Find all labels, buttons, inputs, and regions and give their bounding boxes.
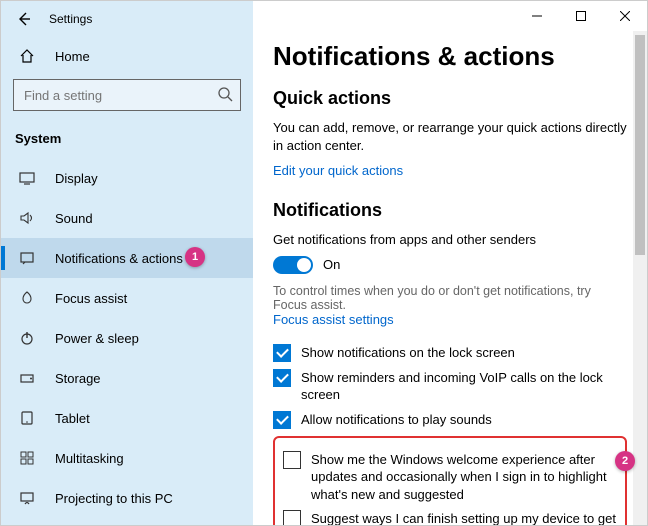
home-label: Home	[55, 49, 90, 64]
search-input[interactable]	[13, 79, 241, 111]
checkbox-icon	[283, 451, 301, 469]
nav-focus-assist[interactable]: Focus assist	[1, 278, 253, 318]
nav-shared-experiences[interactable]: Shared experiences	[1, 518, 253, 525]
notifications-desc: Get notifications from apps and other se…	[273, 231, 627, 249]
checkbox-reminders-voip[interactable]: Show reminders and incoming VoIP calls o…	[273, 369, 627, 404]
nav-label: Multitasking	[55, 451, 124, 466]
annotation-badge-2: 2	[615, 451, 635, 471]
checkbox-label: Allow notifications to play sounds	[301, 411, 492, 429]
quick-actions-heading: Quick actions	[273, 88, 627, 109]
checkbox-welcome-experience[interactable]: Show me the Windows welcome experience a…	[283, 451, 617, 504]
content-pane: Notifications & actions Quick actions Yo…	[253, 1, 647, 525]
checkbox-icon	[273, 369, 291, 387]
checkbox-label: Suggest ways I can finish setting up my …	[311, 510, 617, 525]
back-button[interactable]	[9, 4, 39, 34]
nav-label: Projecting to this PC	[55, 491, 173, 506]
power-icon	[19, 330, 37, 346]
window-title: Settings	[49, 12, 92, 26]
nav-sound[interactable]: Sound	[1, 198, 253, 238]
nav-label: Focus assist	[55, 291, 127, 306]
notifications-toggle[interactable]	[273, 256, 313, 274]
arrow-left-icon	[16, 11, 32, 27]
nav-label: Notifications & actions	[55, 251, 183, 266]
checkbox-play-sounds[interactable]: Allow notifications to play sounds	[273, 411, 627, 429]
nav-projecting[interactable]: Projecting to this PC	[1, 478, 253, 518]
scrollbar-thumb[interactable]	[635, 35, 645, 255]
checkbox-label: Show me the Windows welcome experience a…	[311, 451, 617, 504]
sound-icon	[19, 210, 37, 226]
quick-actions-text: You can add, remove, or rearrange your q…	[273, 119, 627, 155]
focus-assist-icon	[19, 290, 37, 306]
projecting-icon	[19, 490, 37, 506]
edit-quick-actions-link[interactable]: Edit your quick actions	[273, 163, 627, 178]
home-icon	[19, 48, 37, 64]
checkbox-label: Show notifications on the lock screen	[301, 344, 515, 362]
window-controls	[515, 1, 647, 31]
hint-text: To control times when you do or don't ge…	[273, 284, 591, 312]
nav-label: Tablet	[55, 411, 90, 426]
storage-icon	[19, 370, 37, 386]
display-icon	[19, 170, 37, 186]
checkbox-icon	[273, 411, 291, 429]
home-nav[interactable]: Home	[1, 37, 253, 75]
sidebar: Settings Home System Display Sound Notif…	[1, 1, 253, 525]
checkbox-icon	[283, 510, 301, 525]
focus-assist-link[interactable]: Focus assist settings	[273, 312, 394, 327]
category-heading: System	[1, 123, 253, 158]
nav-label: Sound	[55, 211, 93, 226]
nav-display[interactable]: Display	[1, 158, 253, 198]
nav-notifications[interactable]: Notifications & actions	[1, 238, 253, 278]
notifications-icon	[19, 250, 37, 266]
checkbox-lock-screen-notifications[interactable]: Show notifications on the lock screen	[273, 344, 627, 362]
checkbox-finish-setup[interactable]: Suggest ways I can finish setting up my …	[283, 510, 617, 525]
page-heading: Notifications & actions	[273, 41, 627, 72]
scrollbar[interactable]	[633, 31, 647, 525]
nav-label: Display	[55, 171, 98, 186]
annotation-box: Show me the Windows welcome experience a…	[273, 436, 627, 525]
notifications-heading: Notifications	[273, 200, 627, 221]
nav-storage[interactable]: Storage	[1, 358, 253, 398]
minimize-button[interactable]	[515, 1, 559, 31]
nav-power-sleep[interactable]: Power & sleep	[1, 318, 253, 358]
close-icon	[620, 11, 630, 21]
nav-label: Power & sleep	[55, 331, 139, 346]
notifications-toggle-row: On	[273, 256, 627, 274]
annotation-badge-1: 1	[185, 247, 205, 267]
maximize-button[interactable]	[559, 1, 603, 31]
nav-tablet[interactable]: Tablet	[1, 398, 253, 438]
multitasking-icon	[19, 450, 37, 466]
minimize-icon	[532, 11, 542, 21]
maximize-icon	[576, 11, 586, 21]
tablet-icon	[19, 410, 37, 426]
nav-list: Display Sound Notifications & actions Fo…	[1, 158, 253, 525]
checkbox-label: Show reminders and incoming VoIP calls o…	[301, 369, 627, 404]
titlebar: Settings	[1, 1, 253, 37]
search-wrap	[13, 79, 241, 111]
focus-assist-hint: To control times when you do or don't ge…	[273, 284, 627, 327]
close-button[interactable]	[603, 1, 647, 31]
toggle-label: On	[323, 257, 340, 272]
nav-multitasking[interactable]: Multitasking	[1, 438, 253, 478]
nav-label: Storage	[55, 371, 101, 386]
checkbox-icon	[273, 344, 291, 362]
